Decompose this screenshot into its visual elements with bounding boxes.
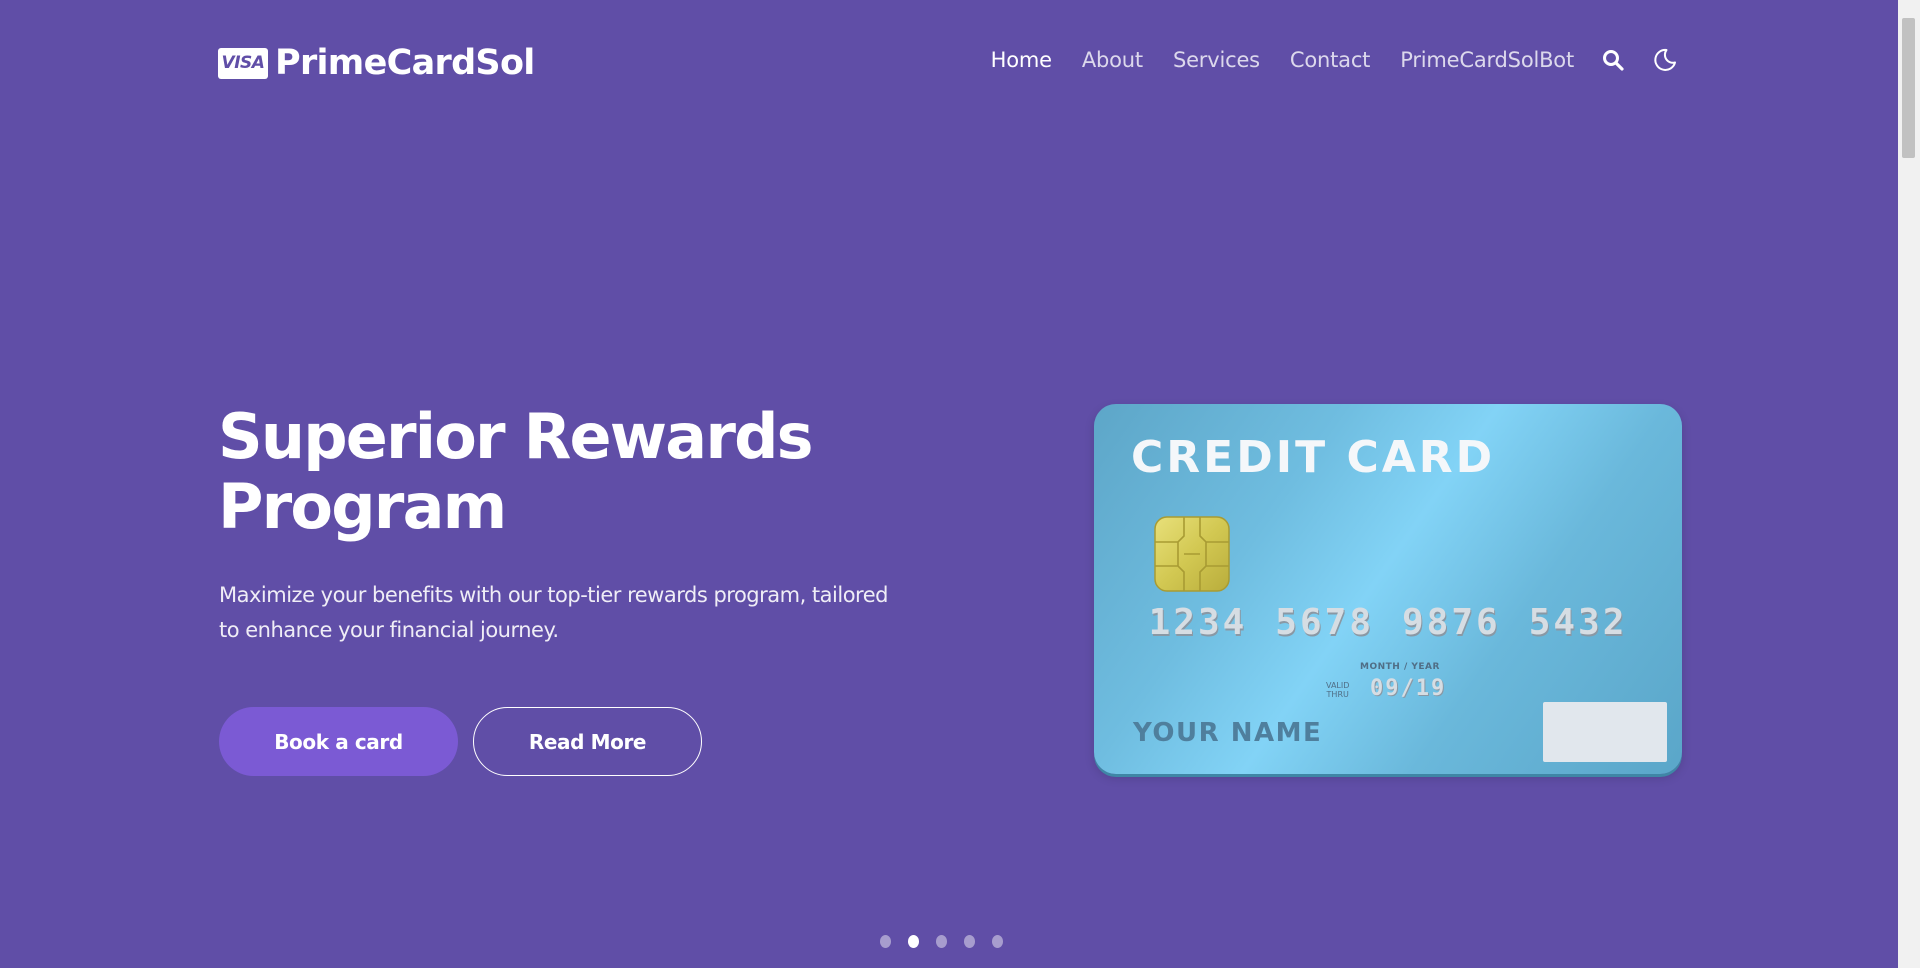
nav-menu: Home About Services Contact PrimeCardSol… — [961, 40, 1678, 80]
carousel-dot-2[interactable] — [908, 934, 919, 948]
hero-description: Maximize your benefits with our top-tier… — [219, 578, 939, 648]
nav-link-home[interactable]: Home — [991, 48, 1052, 72]
nav-link-services[interactable]: Services — [1173, 48, 1260, 72]
nav-link-about[interactable]: About — [1082, 48, 1143, 72]
hero-description-line-2: to enhance your financial journey. — [219, 618, 559, 642]
brand-logo-link[interactable]: VISA PrimeCardSol — [218, 43, 535, 83]
read-more-button[interactable]: Read More — [473, 707, 702, 776]
card-thru-label: THRU — [1326, 690, 1349, 699]
nav-link-primecardsolbot[interactable]: PrimeCardSolBot — [1400, 48, 1574, 72]
visa-badge-text: VISA — [221, 53, 265, 73]
card-expiry: 09/19 — [1370, 676, 1447, 701]
moon-icon[interactable] — [1652, 47, 1678, 73]
hero-title: Superior Rewards Program — [218, 402, 938, 542]
carousel-dot-3[interactable] — [936, 934, 947, 948]
carousel-dot-4[interactable] — [964, 934, 975, 948]
hero-title-line-2: Program — [218, 470, 507, 543]
card-chip-icon — [1154, 516, 1230, 592]
card-number-group-2: 5678 — [1275, 602, 1374, 643]
carousel-dot-1[interactable] — [880, 934, 891, 948]
hero-description-line-1: Maximize your benefits with our top-tier… — [219, 583, 888, 607]
hero-title-line-1: Superior Rewards — [218, 400, 814, 473]
card-title: CREDIT CARD — [1131, 432, 1496, 483]
card-number-group-1: 1234 — [1148, 602, 1248, 643]
card-number: 1234 5678 9876 5432 — [1094, 602, 1682, 643]
nav-link-contact[interactable]: Contact — [1290, 48, 1371, 72]
navbar: VISA PrimeCardSol Home About Services Co… — [218, 36, 1678, 86]
card-valid-label: VALID — [1326, 681, 1350, 690]
carousel-dot-5[interactable] — [992, 934, 1003, 948]
carousel-indicators — [880, 934, 1020, 948]
card-number-group-3: 9876 — [1402, 602, 1501, 643]
search-icon[interactable] — [1600, 47, 1626, 73]
card-number-group-4: 5432 — [1528, 602, 1628, 643]
card-holder-name: YOUR NAME — [1133, 718, 1323, 748]
card-month-year-label: MONTH / YEAR — [1360, 662, 1440, 672]
card-signature-panel — [1543, 702, 1667, 762]
book-a-card-button[interactable]: Book a card — [219, 707, 458, 776]
brand-name: PrimeCardSol — [275, 43, 535, 83]
credit-card-image: CREDIT CARD 1234 5678 9876 5432 MONTH / YEA… — [1094, 404, 1682, 774]
page-scrollbar[interactable] — [1898, 0, 1920, 968]
card-valid-thru-label: VALID THRU — [1326, 681, 1349, 699]
page: VISA PrimeCardSol Home About Services Co… — [0, 0, 1920, 968]
scrollbar-thumb[interactable] — [1902, 18, 1915, 158]
visa-logo-icon: VISA — [218, 47, 268, 79]
